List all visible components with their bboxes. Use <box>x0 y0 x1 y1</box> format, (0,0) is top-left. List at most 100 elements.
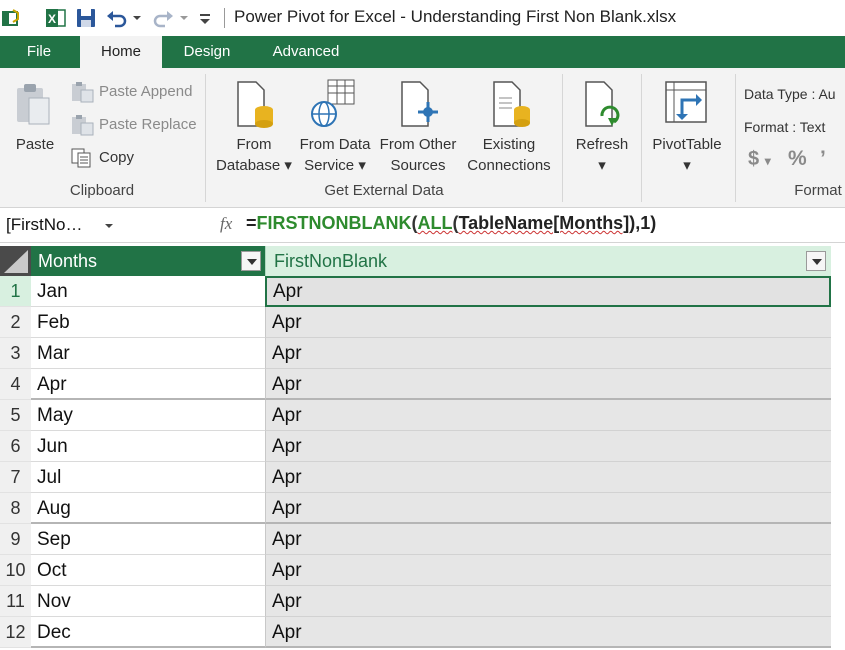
paste-replace-button[interactable]: Paste Replace <box>70 113 200 137</box>
cell-months[interactable]: Jul <box>31 462 265 493</box>
data-service-icon <box>311 79 355 127</box>
refresh-button[interactable]: Refresh ▾ <box>568 76 636 176</box>
cell-months[interactable]: Apr <box>31 369 265 400</box>
pivottable-icon <box>665 81 707 123</box>
cell-months[interactable]: Jun <box>31 431 265 462</box>
existing-connections-button[interactable]: Existing Connections <box>462 76 556 176</box>
redo-dropdown-icon[interactable] <box>178 6 190 30</box>
cell-firstnonblank[interactable]: Apr <box>265 586 831 617</box>
save-icon[interactable] <box>74 6 98 30</box>
row-number[interactable]: 12 <box>0 617 31 648</box>
row-number[interactable]: 8 <box>0 493 31 524</box>
title-bar: X Power Pivot for Excel - Understanding … <box>0 0 845 36</box>
cell-firstnonblank[interactable]: Apr <box>265 462 831 493</box>
formula-equals: = <box>246 213 257 233</box>
row-number[interactable]: 2 <box>0 307 31 338</box>
row-number[interactable]: 6 <box>0 431 31 462</box>
paste-append-button[interactable]: Paste Append <box>70 80 200 104</box>
cell-firstnonblank[interactable]: Apr <box>265 617 831 648</box>
clipboard-group-label: Clipboard <box>69 182 135 199</box>
cell-months[interactable]: Oct <box>31 555 265 586</box>
from-other-sources-button[interactable]: From Other Sources <box>374 76 462 176</box>
customize-qat-icon[interactable] <box>196 6 214 30</box>
percent-icon[interactable]: % <box>788 148 807 170</box>
cell-firstnonblank[interactable]: Apr <box>265 555 831 586</box>
currency-icon[interactable]: $ ▾ <box>748 148 771 172</box>
cell-months[interactable]: Sep <box>31 524 265 555</box>
redo-icon[interactable] <box>150 6 176 30</box>
formula-input[interactable]: =FIRSTNONBLANK(ALL(TableName[Months]),1) <box>246 213 656 234</box>
ribbon-tab-bar: File Home Design Advanced <box>0 36 845 68</box>
select-all-corner[interactable] <box>0 246 31 276</box>
paste-append-label: Paste Append <box>99 83 193 100</box>
paste-append-icon <box>72 82 94 103</box>
pivottable-dropdown-icon[interactable]: ▾ <box>644 155 730 176</box>
data-type-selector[interactable]: Data Type : Au <box>744 85 836 103</box>
formula-function-all: ALL <box>417 213 453 233</box>
cell-months[interactable]: Aug <box>31 493 265 524</box>
get-external-data-group-label: Get External Data <box>324 182 444 199</box>
column-filter-dropdown-icon[interactable] <box>241 251 261 271</box>
existing-connections-icon <box>493 81 530 127</box>
from-data-service-button[interactable]: From Data Service ▾ <box>296 76 374 176</box>
column-header-firstnonblank[interactable]: FirstNonBlank <box>265 246 831 276</box>
paste-button[interactable]: Paste <box>8 78 62 168</box>
database-icon <box>237 81 273 128</box>
tab-design[interactable]: Design <box>168 36 246 68</box>
cell-firstnonblank[interactable]: Apr <box>265 338 831 369</box>
row-number[interactable]: 7 <box>0 462 31 493</box>
svg-text:X: X <box>48 12 56 26</box>
cell-months[interactable]: May <box>31 400 265 431</box>
row-number[interactable]: 5 <box>0 400 31 431</box>
column-header-label: Months <box>38 251 98 271</box>
copy-button[interactable]: Copy <box>70 146 150 170</box>
tab-file[interactable]: File <box>0 36 78 68</box>
format-selector[interactable]: Format : Text <box>744 118 825 136</box>
formula-column-ref: TableName[Months] <box>458 213 630 233</box>
row-number[interactable]: 4 <box>0 369 31 400</box>
row-number[interactable]: 9 <box>0 524 31 555</box>
cell-months[interactable]: Nov <box>31 586 265 617</box>
column-header-months[interactable]: Months <box>31 246 265 276</box>
existing-connections-label-1: Existing <box>482 136 536 153</box>
from-database-label-2: Database ▾ <box>216 157 292 174</box>
column-filter-dropdown-icon[interactable] <box>806 251 826 271</box>
cell-firstnonblank[interactable]: Apr <box>265 493 831 524</box>
cell-months[interactable]: Jan <box>31 276 265 307</box>
copy-label: Copy <box>99 149 135 166</box>
ribbon-home: Paste Paste Append Paste Replace Copy Cl… <box>0 68 845 208</box>
row-number[interactable]: 10 <box>0 555 31 586</box>
undo-icon[interactable] <box>104 6 130 30</box>
cell-firstnonblank[interactable]: Apr <box>265 307 831 338</box>
cell-months[interactable]: Mar <box>31 338 265 369</box>
name-box-dropdown-icon[interactable] <box>104 218 114 236</box>
row-number[interactable]: 1 <box>0 276 31 307</box>
fx-icon[interactable]: fx <box>220 214 232 234</box>
excel-icon[interactable]: X <box>44 6 68 30</box>
other-sources-icon <box>401 81 438 127</box>
paste-label: Paste <box>15 136 55 153</box>
from-database-button[interactable]: From Database ▾ <box>212 76 296 176</box>
cell-firstnonblank[interactable]: Apr <box>265 369 831 400</box>
tab-advanced[interactable]: Advanced <box>262 36 350 68</box>
paste-replace-label: Paste Replace <box>99 116 197 133</box>
cell-months[interactable]: Feb <box>31 307 265 338</box>
cell-firstnonblank[interactable]: Apr <box>265 524 831 555</box>
refresh-dropdown-icon[interactable]: ▾ <box>568 155 636 176</box>
cell-firstnonblank[interactable]: Apr <box>265 276 831 307</box>
pivottable-button[interactable]: PivotTable ▾ <box>644 76 730 176</box>
row-number[interactable]: 3 <box>0 338 31 369</box>
power-pivot-icon <box>0 6 22 30</box>
comma-style-icon[interactable]: ’ <box>820 148 826 170</box>
pivottable-label: PivotTable <box>652 136 722 153</box>
name-box[interactable]: [FirstNo… <box>6 215 83 235</box>
tab-home[interactable]: Home <box>80 36 162 68</box>
cell-firstnonblank[interactable]: Apr <box>265 400 831 431</box>
row-number[interactable]: 11 <box>0 586 31 617</box>
undo-dropdown-icon[interactable] <box>131 6 143 30</box>
cell-months[interactable]: Dec <box>31 617 265 648</box>
formula-bar: [FirstNo… fx =FIRSTNONBLANK(ALL(TableNam… <box>0 208 845 243</box>
refresh-label: Refresh <box>575 136 629 153</box>
cell-firstnonblank[interactable]: Apr <box>265 431 831 462</box>
formula-function-firstnonblank: FIRSTNONBLANK <box>256 213 412 233</box>
